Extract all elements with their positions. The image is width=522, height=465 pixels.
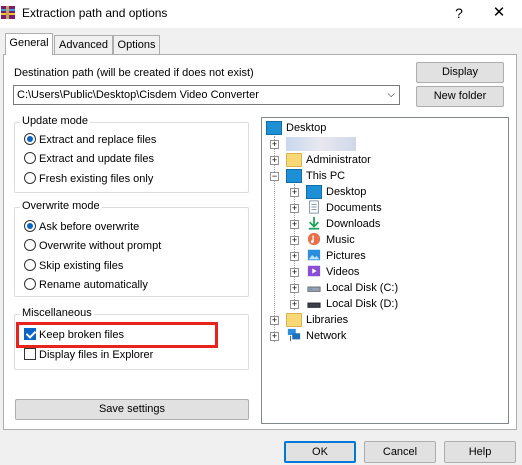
destination-path-value: C:\Users\Public\Desktop\Cisdem Video Con…: [17, 89, 259, 101]
winrar-icon: [1, 6, 15, 19]
expand-icon[interactable]: +: [270, 156, 279, 165]
expand-icon[interactable]: +: [290, 220, 299, 229]
radio-button[interactable]: [24, 220, 36, 232]
drive-icon: [307, 302, 321, 308]
radio-button[interactable]: [24, 278, 36, 290]
drive-icon: [307, 286, 321, 292]
radio-button[interactable]: [24, 259, 36, 271]
update-mode-title: Update mode: [20, 115, 91, 127]
collapse-icon[interactable]: −: [270, 172, 279, 181]
expand-icon[interactable]: +: [290, 188, 299, 197]
radio-rename-automatically[interactable]: Rename automatically: [24, 277, 148, 293]
pictures-icon: [307, 249, 321, 261]
window-title: Extraction path and options: [22, 6, 168, 20]
folder-tree[interactable]: Desktop + + Administrator − This PC + De…: [261, 117, 509, 424]
downloads-icon: [308, 216, 320, 230]
radio-ask-before[interactable]: Ask before overwrite: [24, 219, 139, 235]
radio-button[interactable]: [24, 133, 36, 145]
radio-button[interactable]: [24, 172, 36, 184]
expand-icon[interactable]: +: [290, 284, 299, 293]
expand-icon[interactable]: +: [290, 268, 299, 277]
tab-options[interactable]: Options: [113, 35, 160, 55]
cancel-button[interactable]: Cancel: [364, 441, 436, 463]
expand-icon[interactable]: +: [290, 236, 299, 245]
documents-icon: [309, 200, 319, 214]
videos-icon: [307, 265, 321, 277]
music-icon: [307, 232, 321, 246]
help-button[interactable]: Help: [444, 441, 516, 463]
expand-icon[interactable]: +: [270, 332, 279, 341]
radio-skip-existing[interactable]: Skip existing files: [24, 258, 123, 274]
expand-icon[interactable]: +: [270, 140, 279, 149]
save-settings-button[interactable]: Save settings: [15, 399, 249, 420]
desktop-icon: [266, 121, 282, 135]
radio-extract-update[interactable]: Extract and update files: [24, 151, 154, 167]
expand-icon[interactable]: +: [290, 204, 299, 213]
checkbox-display-in-explorer[interactable]: Display files in Explorer: [24, 347, 153, 363]
misc-title: Miscellaneous: [20, 307, 94, 319]
desktop-icon: [306, 185, 322, 199]
radio-button[interactable]: [24, 152, 36, 164]
highlight-box: [16, 322, 218, 348]
expand-icon[interactable]: +: [290, 252, 299, 261]
tree-guide: [274, 136, 275, 342]
new-folder-button[interactable]: New folder: [416, 86, 504, 107]
title-bar: Extraction path and options ? ✕: [0, 0, 522, 28]
help-title-button[interactable]: ?: [448, 3, 470, 23]
tab-general[interactable]: General: [5, 33, 53, 55]
monitor-icon: [286, 169, 302, 183]
overwrite-mode-title: Overwrite mode: [20, 200, 102, 212]
blurred-user-icon: [286, 137, 356, 151]
folder-icon: [286, 153, 302, 167]
expand-icon[interactable]: +: [290, 300, 299, 309]
ok-button[interactable]: OK: [284, 441, 356, 463]
folder-icon: [286, 313, 302, 327]
network-icon: [287, 328, 301, 342]
radio-extract-replace[interactable]: Extract and replace files: [24, 132, 156, 148]
destination-path-combo[interactable]: C:\Users\Public\Desktop\Cisdem Video Con…: [13, 85, 400, 105]
destination-label: Destination path (will be created if doe…: [14, 67, 254, 79]
checkbox[interactable]: [24, 348, 36, 360]
display-button[interactable]: Display: [416, 62, 504, 83]
tab-advanced[interactable]: Advanced: [54, 35, 113, 55]
expand-icon[interactable]: +: [270, 316, 279, 325]
close-button[interactable]: ✕: [486, 3, 512, 23]
radio-button[interactable]: [24, 239, 36, 251]
radio-fresh-existing[interactable]: Fresh existing files only: [24, 171, 153, 187]
chevron-down-icon[interactable]: ⌵: [387, 86, 395, 104]
radio-overwrite-without-prompt[interactable]: Overwrite without prompt: [24, 238, 161, 254]
